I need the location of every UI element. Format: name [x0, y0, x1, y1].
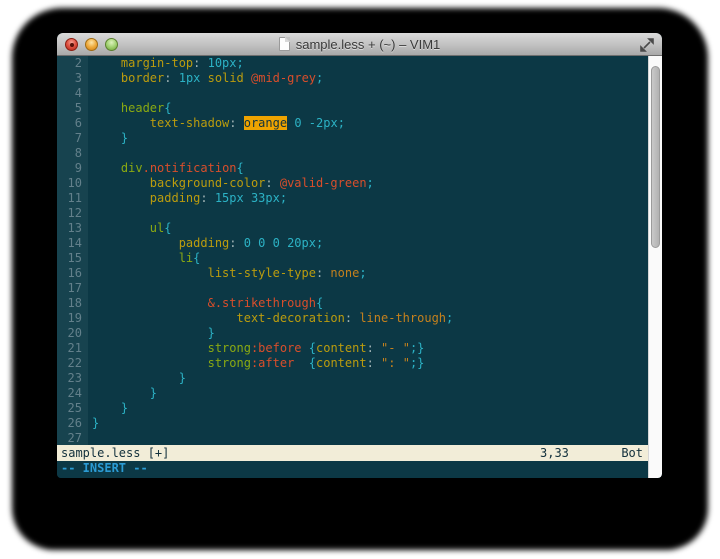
line-number: 5	[57, 101, 88, 116]
line-number: 14	[57, 236, 88, 251]
code-line[interactable]: 19 text-decoration: line-through;	[57, 311, 648, 326]
code-text: }	[88, 401, 128, 416]
vim-statusline: sample.less [+] 3,33 Bot	[57, 445, 648, 461]
code-text: text-shadow: orange 0 -2px;	[88, 116, 345, 131]
code-line[interactable]: 23 }	[57, 371, 648, 386]
code-line[interactable]: 21 strong:before {content: "- ";}	[57, 341, 648, 356]
code-line[interactable]: 9 div.notification{	[57, 161, 648, 176]
code-line[interactable]: 8	[57, 146, 648, 161]
code-text: border: 1px solid @mid-grey;	[88, 71, 323, 86]
line-number: 21	[57, 341, 88, 356]
code-text: }	[88, 326, 215, 341]
statusline-filename: sample.less [+]	[61, 445, 169, 461]
code-text	[88, 281, 92, 296]
code-line[interactable]: 13 ul{	[57, 221, 648, 236]
editor-column: 2 margin-top: 10px;3 border: 1px solid @…	[57, 56, 648, 478]
scrollbar-thumb[interactable]	[651, 66, 660, 248]
line-number: 27	[57, 431, 88, 445]
code-text: list-style-type: none;	[88, 266, 367, 281]
line-number: 18	[57, 296, 88, 311]
code-text: div.notification{	[88, 161, 244, 176]
scrollbar-track[interactable]	[648, 56, 662, 478]
fullscreen-icon[interactable]	[640, 38, 654, 52]
code-text: strong:after {content: ": ";}	[88, 356, 424, 371]
line-number: 6	[57, 116, 88, 131]
line-number: 17	[57, 281, 88, 296]
code-line[interactable]: 14 padding: 0 0 0 20px;	[57, 236, 648, 251]
code-line[interactable]: 17	[57, 281, 648, 296]
code-text: header{	[88, 101, 172, 116]
line-number: 23	[57, 371, 88, 386]
code-line[interactable]: 5 header{	[57, 101, 648, 116]
close-button[interactable]	[65, 38, 78, 51]
line-number: 26	[57, 416, 88, 431]
code-line[interactable]: 25 }	[57, 401, 648, 416]
window-body: 2 margin-top: 10px;3 border: 1px solid @…	[57, 56, 662, 478]
code-text: }	[88, 131, 128, 146]
code-text: ul{	[88, 221, 171, 236]
line-number: 15	[57, 251, 88, 266]
code-line[interactable]: 11 padding: 15px 33px;	[57, 191, 648, 206]
line-number: 2	[57, 56, 88, 71]
window-title-group: sample.less + (~) – VIM1	[279, 37, 441, 52]
code-text	[88, 146, 92, 161]
line-number: 16	[57, 266, 88, 281]
code-line[interactable]: 2 margin-top: 10px;	[57, 56, 648, 71]
code-text: li{	[88, 251, 200, 266]
code-line[interactable]: 26}	[57, 416, 648, 431]
statusline-cursor-position: 3,33	[540, 445, 569, 461]
line-number: 7	[57, 131, 88, 146]
zoom-button[interactable]	[105, 38, 118, 51]
vim-modeline: -- INSERT --	[57, 461, 648, 478]
line-number: 10	[57, 176, 88, 191]
line-number: 11	[57, 191, 88, 206]
code-line[interactable]: 16 list-style-type: none;	[57, 266, 648, 281]
line-number: 8	[57, 146, 88, 161]
code-line[interactable]: 10 background-color: @valid-green;	[57, 176, 648, 191]
code-text	[88, 206, 92, 221]
minimize-button[interactable]	[85, 38, 98, 51]
code-text: }	[88, 416, 99, 431]
code-line[interactable]: 20 }	[57, 326, 648, 341]
code-line[interactable]: 3 border: 1px solid @mid-grey;	[57, 71, 648, 86]
window-title: sample.less + (~) – VIM1	[296, 37, 441, 52]
code-line[interactable]: 7 }	[57, 131, 648, 146]
line-number: 19	[57, 311, 88, 326]
code-line[interactable]: 6 text-shadow: orange 0 -2px;	[57, 116, 648, 131]
code-lines[interactable]: 2 margin-top: 10px;3 border: 1px solid @…	[57, 56, 648, 445]
line-number: 24	[57, 386, 88, 401]
line-number: 9	[57, 161, 88, 176]
code-text: padding: 15px 33px;	[88, 191, 287, 206]
code-line[interactable]: 15 li{	[57, 251, 648, 266]
code-text: text-decoration: line-through;	[88, 311, 453, 326]
titlebar[interactable]: sample.less + (~) – VIM1	[57, 33, 662, 56]
code-text: strong:before {content: "- ";}	[88, 341, 424, 356]
code-text	[88, 431, 92, 445]
line-number: 25	[57, 401, 88, 416]
traffic-lights	[65, 38, 118, 51]
vim-window: sample.less + (~) – VIM1 2 margin-top: 1…	[57, 33, 662, 478]
document-icon[interactable]	[279, 37, 290, 51]
line-number: 22	[57, 356, 88, 371]
code-line[interactable]: 22 strong:after {content: ": ";}	[57, 356, 648, 371]
code-text: padding: 0 0 0 20px;	[88, 236, 323, 251]
code-text: }	[88, 371, 186, 386]
line-number: 4	[57, 86, 88, 101]
code-text: &.strikethrough{	[88, 296, 323, 311]
code-text: margin-top: 10px;	[88, 56, 244, 71]
code-text: }	[88, 386, 157, 401]
code-text	[88, 86, 92, 101]
code-line[interactable]: 12	[57, 206, 648, 221]
insert-mode-indicator: -- INSERT --	[61, 461, 148, 475]
line-number: 12	[57, 206, 88, 221]
code-text: background-color: @valid-green;	[88, 176, 374, 191]
code-line[interactable]: 27	[57, 431, 648, 445]
code-line[interactable]: 4	[57, 86, 648, 101]
line-number: 13	[57, 221, 88, 236]
line-number: 3	[57, 71, 88, 86]
code-line[interactable]: 18 &.strikethrough{	[57, 296, 648, 311]
statusline-scroll-position: Bot	[621, 445, 643, 461]
code-line[interactable]: 24 }	[57, 386, 648, 401]
line-number: 20	[57, 326, 88, 341]
